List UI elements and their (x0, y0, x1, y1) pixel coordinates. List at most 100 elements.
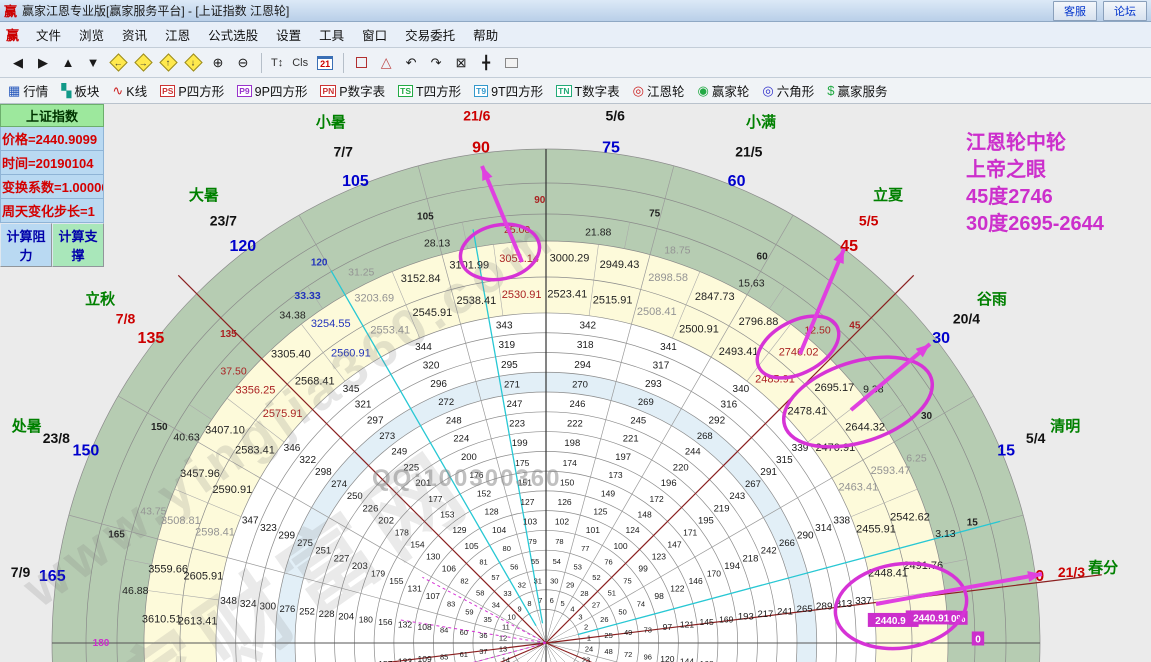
view-button-T四方形[interactable]: TS T四方形 (398, 81, 461, 100)
window-title: 赢家江恩专业版[赢家服务平台] - [上证指数 江恩轮] (22, 4, 290, 18)
index-name: 上证指数 (0, 104, 104, 127)
view-button-P数字表[interactable]: PN P数字表 (320, 81, 385, 100)
wheel-value: 267 (745, 479, 761, 490)
diamond-left-icon[interactable]: ← (106, 52, 130, 74)
menu-5[interactable]: 设置 (267, 27, 310, 45)
wheel-value: 291 (760, 467, 777, 478)
red-square-icon[interactable] (349, 52, 373, 74)
view-button-K线[interactable]: ∿ K线 (112, 81, 147, 100)
nav-left-icon[interactable]: ◀ (6, 52, 30, 74)
customer-service-button[interactable]: 客服 (1053, 0, 1097, 21)
wheel-value: 180 (359, 614, 373, 624)
menu-8[interactable]: 交易委托 (396, 27, 464, 45)
wheel-value: 37 (479, 647, 487, 656)
menu-7[interactable]: 窗口 (353, 27, 396, 45)
wheel-value: 34 (492, 601, 500, 610)
wheel-value: 74 (637, 600, 645, 609)
crosshair-icon[interactable]: ╋ (474, 52, 498, 74)
wheel-value: 23 (582, 656, 590, 662)
wheel-value: 5/5 (859, 213, 879, 229)
wheel-value: 14 (502, 656, 510, 662)
wheel-value: 297 (367, 415, 384, 426)
wheel-value: 12 (499, 633, 507, 642)
wheel-value: 124 (625, 525, 639, 535)
view-button-P四方形[interactable]: PS P四方形 (160, 81, 224, 100)
menu-4[interactable]: 公式选股 (199, 27, 267, 45)
wheel-value: 120 (660, 654, 674, 662)
wheel-value: 2796.88 (739, 316, 779, 328)
wheel-value: 180 (93, 638, 110, 649)
wheel-value: 50 (618, 607, 626, 616)
view-button-六角形[interactable]: ◎ 六角形 (762, 81, 814, 100)
ts-badge-icon: TS (398, 84, 413, 97)
wheel-value: 144 (680, 657, 694, 662)
view-button-赢家服务[interactable]: $ 赢家服务 (827, 81, 887, 100)
wheel-value: 24 (585, 645, 593, 654)
wheel-value: 218 (743, 553, 759, 564)
wheel-value: 立秋 (85, 290, 116, 308)
wheel-value: 289 (816, 601, 833, 612)
wheel-value: 245 (630, 415, 646, 426)
wheel-value: 3 (578, 613, 582, 622)
cls-button[interactable]: Cls (288, 52, 312, 74)
wheel-value: 316 (721, 400, 738, 411)
view-label: 行情 (23, 85, 49, 99)
view-button-赢家轮[interactable]: ◉ 赢家轮 (698, 81, 750, 100)
nav-right-icon[interactable]: ▶ (31, 52, 55, 74)
calc-support-button[interactable]: 计算支撑 (52, 223, 104, 267)
wheel-value: 135 (138, 330, 165, 347)
calendar-21-icon[interactable]: 21 (313, 52, 337, 74)
t-range-icon[interactable]: T↕ (267, 52, 287, 74)
wheel-value: 296 (430, 379, 447, 390)
wheel-value: 75 (602, 139, 620, 156)
wheel-value: 37.50 (220, 365, 246, 377)
wheel-value: 4 (570, 605, 574, 614)
wheel-value: 314 (815, 523, 832, 534)
view-button-行情[interactable]: ▦ 行情 (8, 81, 48, 100)
diamond-down-icon[interactable]: ↓ (181, 52, 205, 74)
wheel-value: 2542.62 (890, 512, 930, 524)
diamond-up-icon[interactable]: ↑ (156, 52, 180, 74)
diamond-right-icon[interactable]: → (131, 52, 155, 74)
select-box-icon[interactable]: ⊠ (449, 52, 473, 74)
view-button-板块[interactable]: ▚ 板块 (61, 81, 99, 100)
menu-2[interactable]: 资讯 (113, 27, 156, 45)
view-button-9T四方形[interactable]: T9 9T四方形 (474, 81, 543, 100)
annotation-line-2: 45度2746 (966, 186, 1053, 208)
wheel-value: 立夏 (873, 186, 904, 204)
wheel-value: 244 (685, 447, 701, 458)
wheel-value: 96 (644, 652, 652, 661)
wheel-value: 272 (438, 397, 454, 408)
forum-button[interactable]: 论坛 (1103, 0, 1147, 21)
nav-up-icon[interactable]: ▲ (56, 52, 80, 74)
wheel-value: 28.13 (424, 238, 450, 250)
wheel-value: 23/8 (43, 430, 70, 446)
calc-resistance-button[interactable]: 计算阻力 (0, 223, 52, 267)
rotate-cw-icon[interactable]: ↷ (424, 52, 448, 74)
wheel-value: 34.38 (279, 310, 305, 322)
zoom-out-icon[interactable]: ⊖ (231, 52, 255, 74)
wheel-value: 123 (652, 551, 666, 561)
nav-down-icon[interactable]: ▼ (81, 52, 105, 74)
wheel-value: 90 (472, 139, 490, 156)
menu-0[interactable]: 文件 (27, 27, 70, 45)
wheel-value: 170 (707, 568, 721, 578)
hexagon-icon: ◎ (762, 83, 774, 98)
red-triangle-icon[interactable]: △ (374, 52, 398, 74)
wheel-value: 200 (461, 452, 477, 463)
rotate-ccw-icon[interactable]: ↶ (399, 52, 423, 74)
menu-9[interactable]: 帮助 (464, 27, 507, 45)
view-button-9P四方形[interactable]: P9 9P四方形 (237, 81, 307, 100)
wheel-value: 36 (479, 631, 487, 640)
menu-1[interactable]: 浏览 (70, 27, 113, 45)
view-button-江恩轮[interactable]: ◎ 江恩轮 (633, 81, 685, 100)
wheel-value: 32 (518, 581, 526, 590)
panel-row-3: 周天变化步长=1 (0, 199, 104, 223)
wheel-value: 2485.91 (755, 374, 795, 386)
wheel-value: 6.25 (906, 452, 927, 464)
menu-3[interactable]: 江恩 (156, 27, 199, 45)
view-button-T数字表[interactable]: TN T数字表 (556, 81, 620, 100)
zoom-in-icon[interactable]: ⊕ (206, 52, 230, 74)
menu-6[interactable]: 工具 (310, 27, 353, 45)
whiteboard-icon[interactable] (499, 52, 523, 74)
